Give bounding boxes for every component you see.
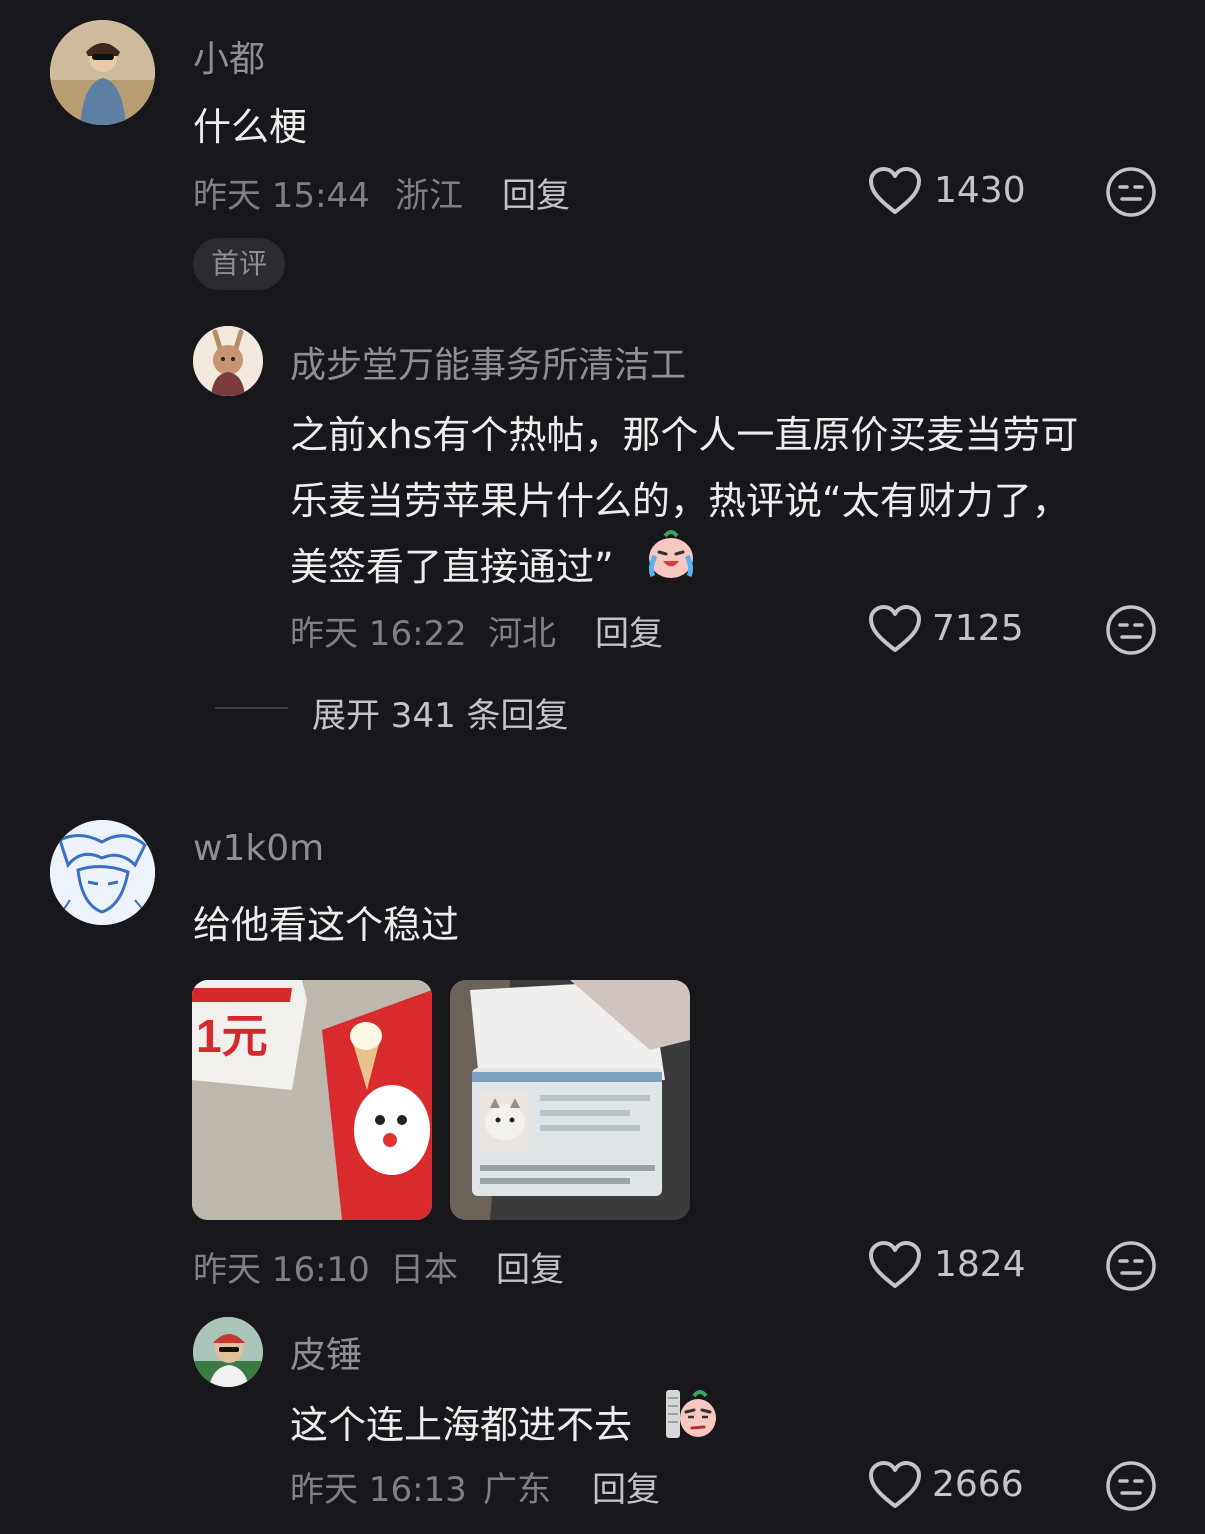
comment-username[interactable]: 小都	[193, 30, 265, 82]
comment-location: 浙江	[395, 176, 463, 216]
reply-time: 昨天 16:13	[290, 1470, 467, 1510]
heart-icon[interactable]	[868, 1460, 922, 1514]
expand-replies-button[interactable]: 展开 341 条回复	[312, 688, 569, 737]
like-count: 1824	[934, 1244, 1026, 1285]
heart-icon[interactable]	[868, 166, 922, 220]
like-count: 7125	[932, 608, 1024, 649]
reply-button[interactable]: 回复	[496, 1242, 564, 1291]
reply-button[interactable]: 回复	[502, 168, 570, 217]
laugh-cry-emoji	[643, 526, 699, 586]
reply-text-line: 乐麦当劳苹果片什么的，热评说“太有财力了，	[290, 479, 1070, 523]
avatar[interactable]	[50, 820, 155, 925]
avatar[interactable]	[50, 20, 155, 125]
first-comment-badge: 首评	[193, 238, 286, 290]
reply-location: 河北	[488, 614, 556, 654]
dairy-queen-1-yuan-coupon-photo[interactable]: 1元	[192, 980, 432, 1220]
reply-text-line: 之前xhs有个热帖，那个人一直原价买麦当劳可	[290, 413, 1079, 457]
avatar[interactable]	[193, 1317, 263, 1387]
like-count: 2666	[932, 1464, 1024, 1505]
eyebrow-raise-emoji	[664, 1384, 720, 1444]
passport-us-visa-cat-photo[interactable]	[450, 980, 690, 1220]
reply-location: 广东	[483, 1470, 551, 1510]
avatar[interactable]	[193, 326, 263, 396]
comment-text: 什么梗	[193, 105, 308, 149]
heart-icon[interactable]	[868, 604, 922, 658]
heart-icon[interactable]	[868, 1240, 922, 1294]
svg-text:1元: 1元	[196, 1010, 268, 1062]
meh-face-icon[interactable]	[1105, 1240, 1157, 1296]
comment-location: 日本	[390, 1250, 458, 1290]
reply-time: 昨天 16:22	[290, 614, 467, 654]
reply-username[interactable]: 皮锤	[290, 1326, 362, 1378]
like-count: 1430	[934, 170, 1026, 211]
reply-button[interactable]: 回复	[592, 1462, 660, 1511]
comment-username[interactable]: w1k0m	[193, 828, 324, 869]
meh-face-icon[interactable]	[1105, 1460, 1157, 1516]
reply-button[interactable]: 回复	[595, 606, 663, 655]
reply-text: 这个连上海都进不去	[290, 1403, 633, 1447]
reply-username[interactable]: 成步堂万能事务所清洁工	[290, 336, 686, 388]
comment-text: 给他看这个稳过	[193, 903, 460, 947]
reply-text-line: 美签看了直接通过”	[290, 545, 614, 589]
meh-face-icon[interactable]	[1105, 604, 1157, 660]
meh-face-icon[interactable]	[1105, 166, 1157, 222]
divider	[215, 707, 288, 709]
comment-time: 昨天 16:10	[193, 1250, 370, 1290]
comment-time: 昨天 15:44	[193, 176, 370, 216]
